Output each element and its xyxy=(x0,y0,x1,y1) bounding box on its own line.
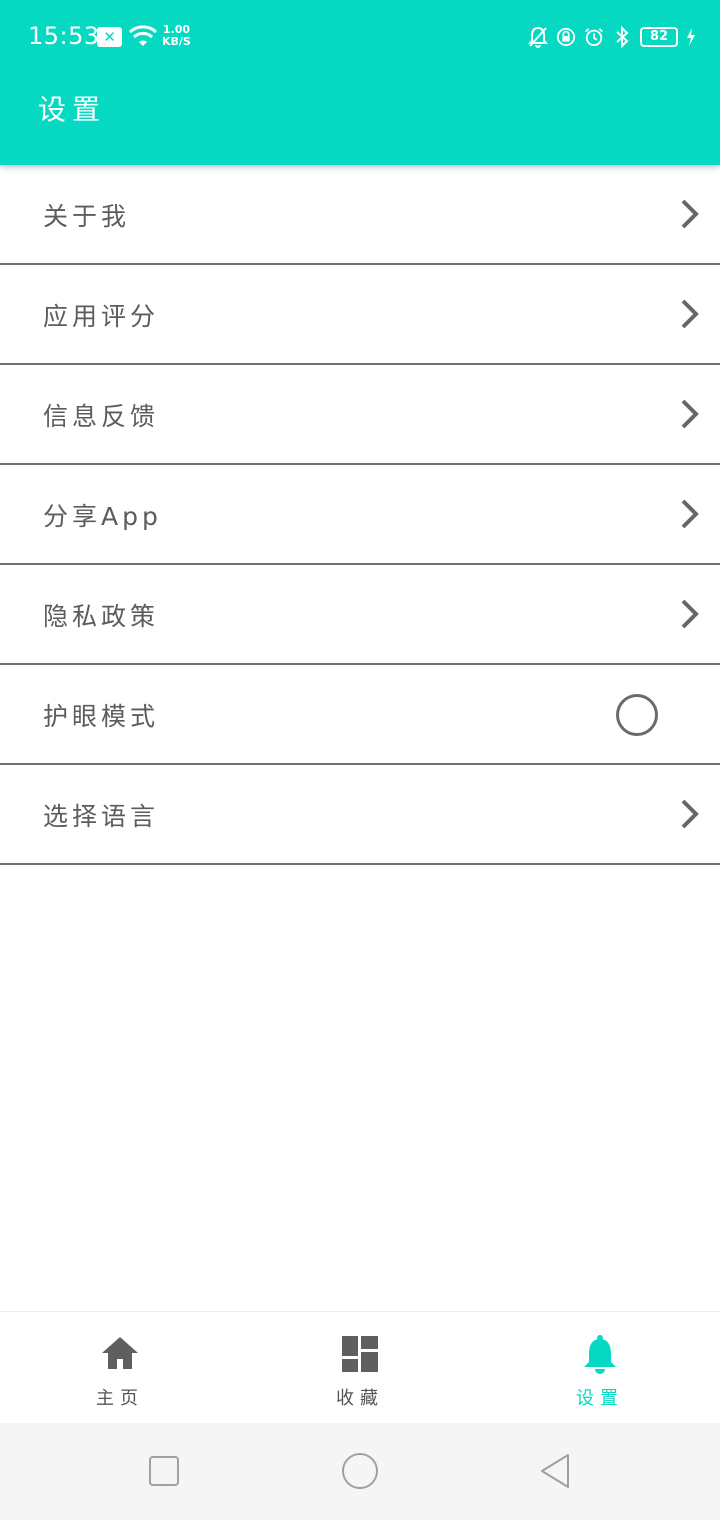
settings-row-rate-app[interactable]: 应用评分 xyxy=(0,265,720,365)
settings-row-language[interactable]: 选择语言 xyxy=(0,765,720,865)
settings-row-label: 选择语言 xyxy=(43,802,160,831)
nav-label-favorites: 收藏 xyxy=(336,1388,384,1409)
settings-row-label: 护眼模式 xyxy=(43,702,160,731)
app-header: 15:53 ✕ 1.00 KB/S 82 设置 xyxy=(0,0,720,165)
recent-apps-icon[interactable] xyxy=(144,1451,184,1491)
settings-list: 关于我 应用评分 信息反馈 分享App 隐私政策 护眼模式 选择语言 xyxy=(0,165,720,865)
eye-protection-radio[interactable] xyxy=(616,694,658,736)
notification-x-icon: ✕ xyxy=(97,27,122,47)
chevron-right-icon xyxy=(681,399,699,429)
chevron-right-icon xyxy=(681,499,699,529)
app-root: 15:53 ✕ 1.00 KB/S 82 设置 关于我 应用评分 信息反馈 分享… xyxy=(0,0,720,1520)
bluetooth-icon xyxy=(616,26,629,48)
page-title: 设置 xyxy=(38,93,107,126)
network-speed-unit: KB/S xyxy=(162,35,191,48)
settings-row-label: 应用评分 xyxy=(43,302,160,331)
chevron-right-icon xyxy=(681,599,699,629)
settings-row-share-app[interactable]: 分享App xyxy=(0,465,720,565)
chevron-right-icon xyxy=(681,199,699,229)
bell-icon xyxy=(584,1335,616,1374)
rotation-lock-icon xyxy=(556,27,576,47)
alarm-icon xyxy=(585,28,603,47)
chevron-right-icon xyxy=(681,299,699,329)
mute-bell-icon xyxy=(528,26,548,48)
nav-item-home[interactable]: 主页 xyxy=(0,1312,240,1424)
status-bar: 15:53 ✕ 1.00 KB/S 82 xyxy=(0,0,720,72)
status-icons: 82 xyxy=(528,24,696,50)
battery-indicator: 82 xyxy=(640,27,678,47)
system-navigation-bar xyxy=(0,1423,720,1520)
settings-row-label: 分享App xyxy=(43,502,162,531)
settings-row-label: 关于我 xyxy=(43,202,131,231)
nav-label-settings: 设置 xyxy=(576,1388,624,1409)
network-speed: 1.00 KB/S xyxy=(162,24,191,48)
settings-row-privacy-policy[interactable]: 隐私政策 xyxy=(0,565,720,665)
back-button-icon[interactable] xyxy=(536,1451,576,1491)
chevron-right-icon xyxy=(681,799,699,829)
home-button-icon[interactable] xyxy=(340,1451,380,1491)
charging-icon xyxy=(687,28,695,46)
nav-item-settings[interactable]: 设置 xyxy=(480,1312,720,1424)
settings-row-about[interactable]: 关于我 xyxy=(0,165,720,265)
settings-row-feedback[interactable]: 信息反馈 xyxy=(0,365,720,465)
settings-row-label: 信息反馈 xyxy=(43,402,160,431)
bottom-navigation: 主页 收藏 设置 xyxy=(0,1311,720,1424)
home-icon xyxy=(102,1337,138,1369)
status-time: 15:53 xyxy=(28,22,100,50)
nav-item-favorites[interactable]: 收藏 xyxy=(240,1312,480,1424)
settings-row-eye-protection: 护眼模式 xyxy=(0,665,720,765)
settings-row-label: 隐私政策 xyxy=(43,602,160,631)
nav-label-home: 主页 xyxy=(96,1388,144,1409)
dashboard-icon xyxy=(342,1336,378,1372)
wifi-icon xyxy=(128,25,158,46)
